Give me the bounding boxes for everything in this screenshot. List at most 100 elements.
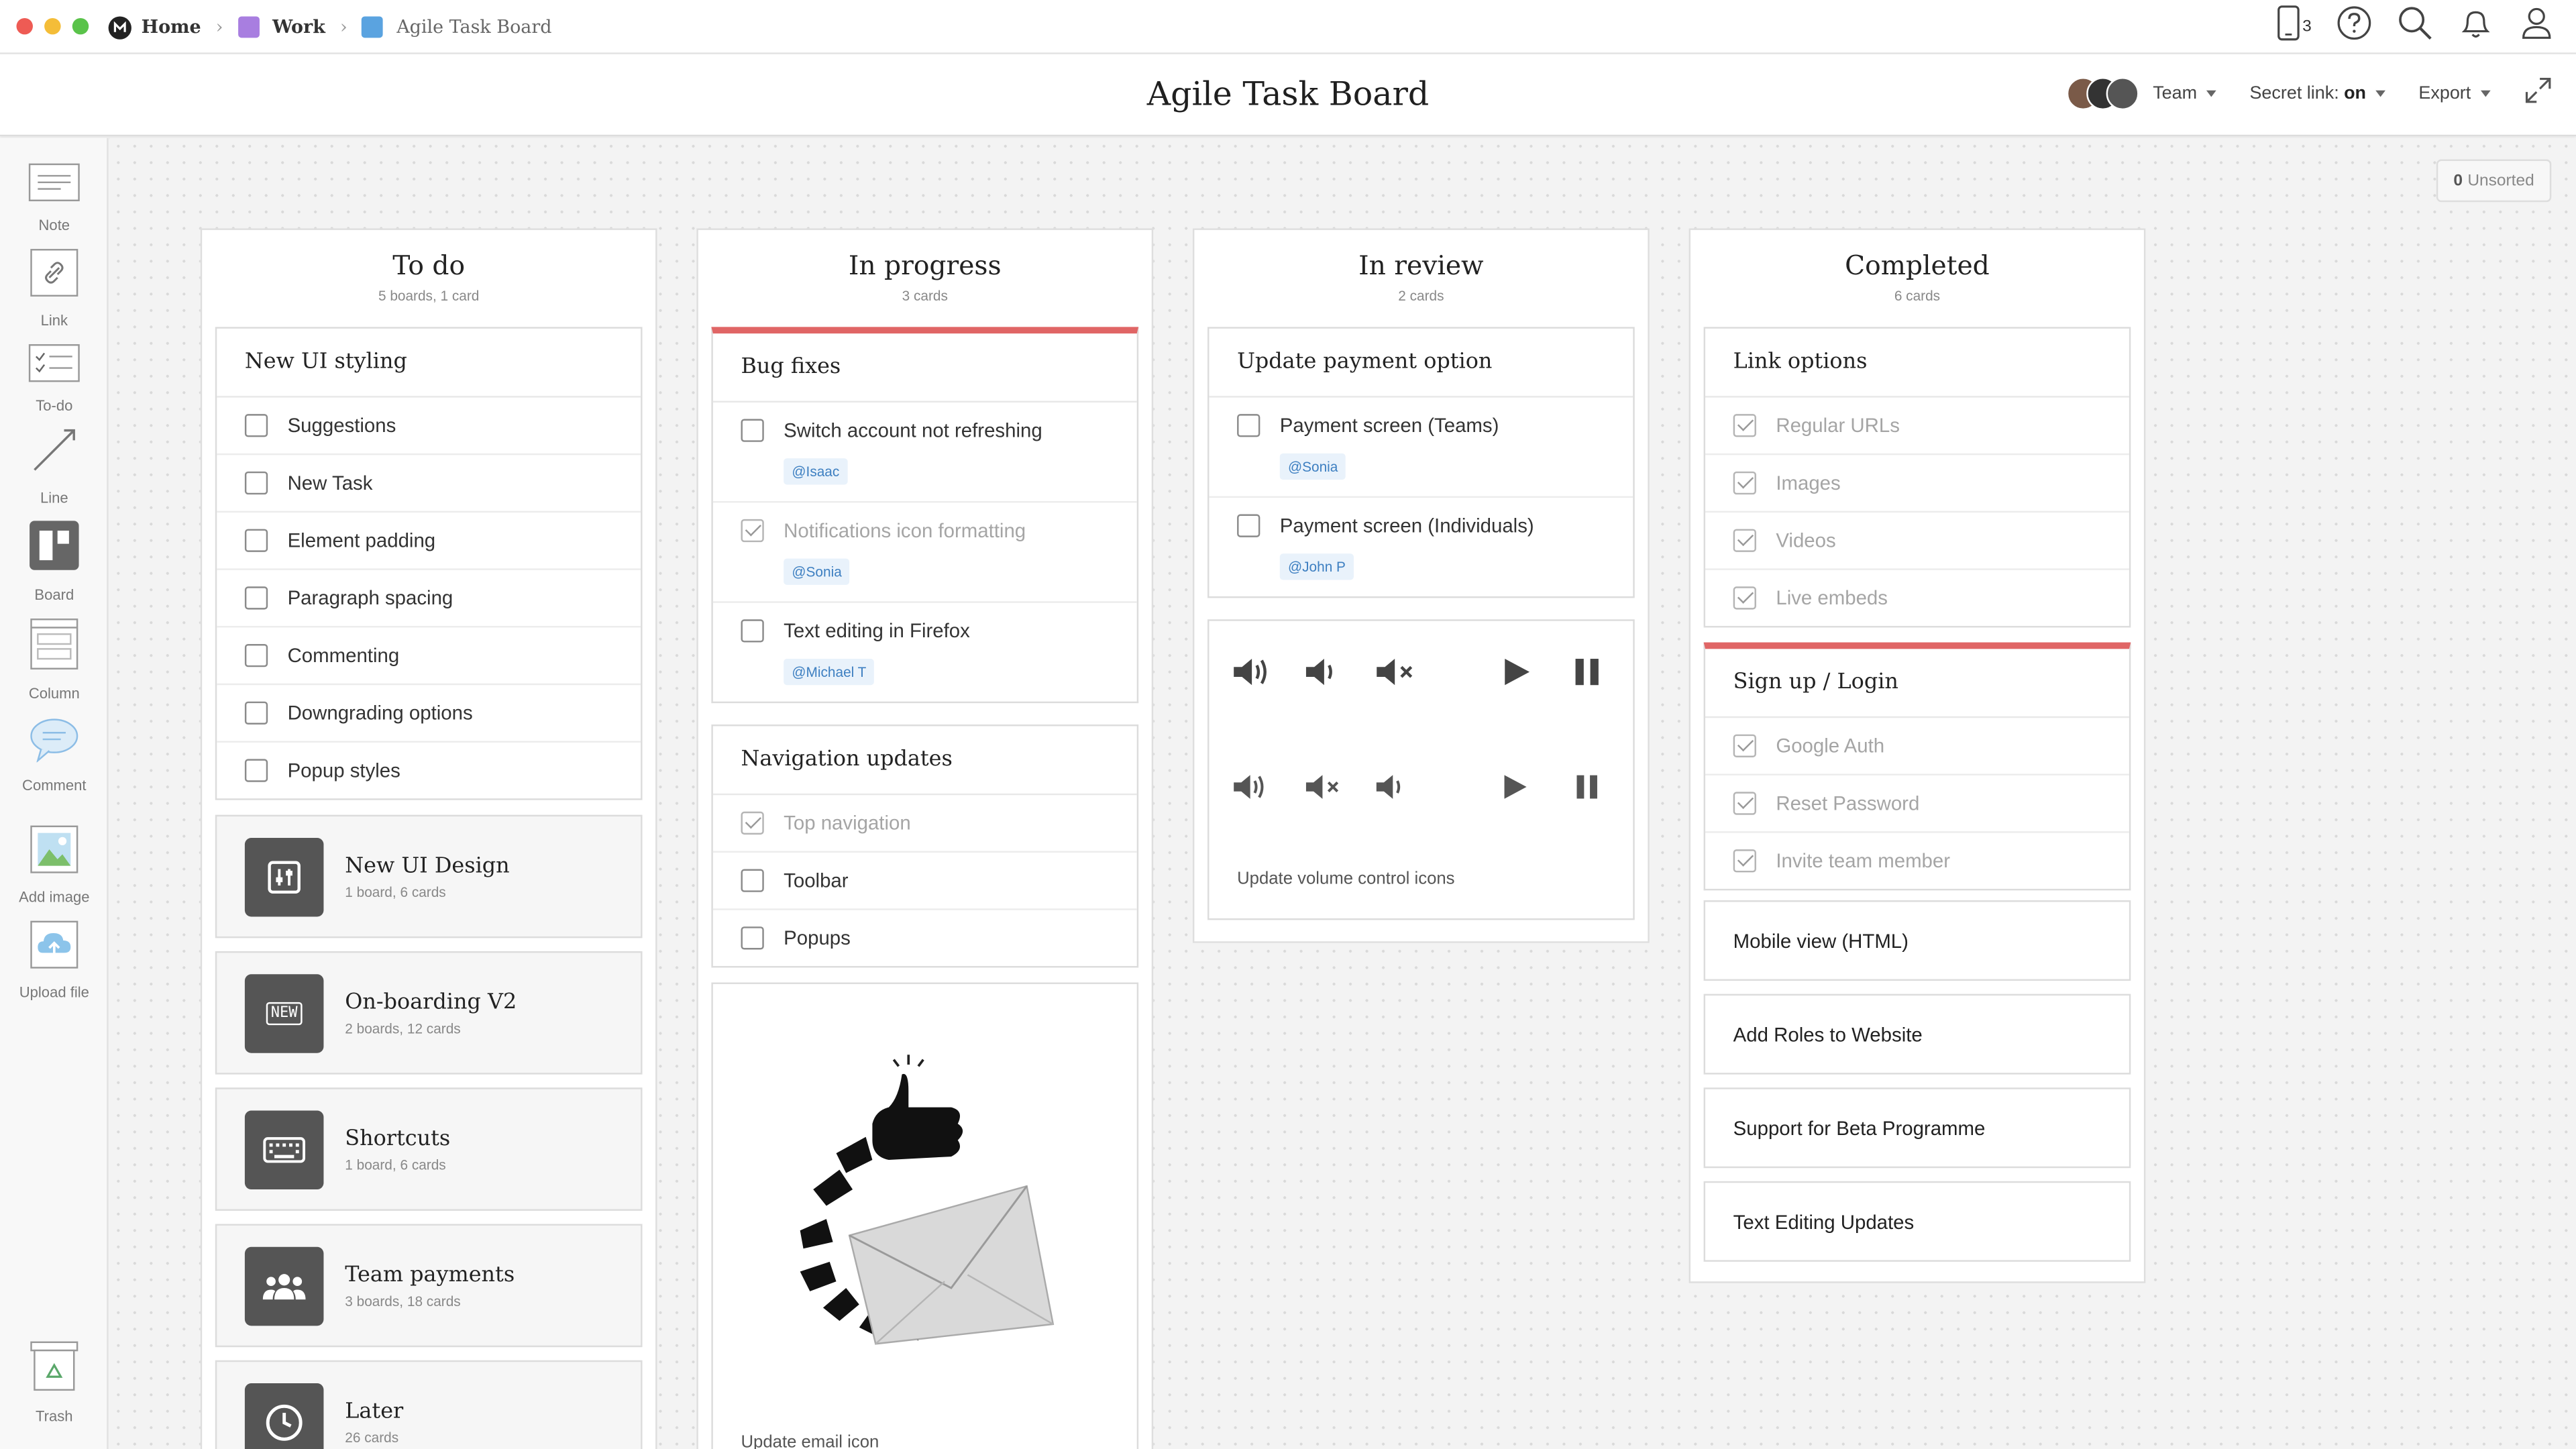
card-title[interactable]: Update payment option — [1209, 329, 1633, 398]
todo-item[interactable]: Invite team member — [1705, 833, 2129, 889]
checkbox[interactable] — [1237, 414, 1260, 437]
notifications-button[interactable] — [2456, 7, 2496, 46]
board-card-new-ui-design[interactable]: New UI Design 1 board, 6 cards — [215, 814, 643, 938]
checkbox[interactable] — [244, 586, 268, 610]
tool-column[interactable]: Column — [0, 618, 109, 702]
todo-item[interactable]: Google Auth — [1705, 718, 2129, 775]
team-dropdown[interactable]: Team — [2153, 83, 2217, 103]
tool-link[interactable]: Link — [0, 248, 109, 329]
checkbox[interactable] — [741, 419, 764, 442]
card-title[interactable]: Link options — [1705, 329, 2129, 398]
todo-item[interactable]: Paragraph spacing — [217, 570, 641, 628]
column-title[interactable]: To do — [202, 250, 655, 281]
checkbox-checked[interactable] — [1733, 529, 1756, 552]
todo-item[interactable]: Downgrading options — [217, 685, 641, 743]
column-in-progress[interactable]: In progress 3 cards Bug fixes Switch acc… — [696, 228, 1154, 1449]
account-button[interactable] — [2517, 7, 2557, 46]
checkbox-checked[interactable] — [1733, 414, 1756, 437]
note-card-mobile-view[interactable]: Mobile view (HTML) — [1703, 900, 2131, 981]
todo-item[interactable]: Payment screen (Individuals) @John P — [1209, 498, 1633, 596]
checkbox[interactable] — [244, 529, 268, 552]
breadcrumb-current[interactable]: Agile Task Board — [362, 16, 552, 38]
tool-upload-file[interactable]: Upload file — [0, 920, 109, 1000]
assignee-tag[interactable]: @Michael T — [784, 659, 875, 686]
checkbox-checked[interactable] — [1733, 792, 1756, 815]
todo-card-bug-fixes[interactable]: Bug fixes Switch account not refreshing … — [711, 327, 1139, 704]
card-title[interactable]: Sign up / Login — [1705, 649, 2129, 718]
window-minimize-button[interactable] — [44, 17, 61, 35]
column-title[interactable]: In progress — [698, 250, 1152, 281]
card-title[interactable]: Bug fixes — [712, 333, 1137, 402]
todo-item[interactable]: Reset Password — [1705, 775, 2129, 833]
window-close-button[interactable] — [16, 17, 33, 35]
note-card-add-roles[interactable]: Add Roles to Website — [1703, 994, 2131, 1075]
window-maximize-button[interactable] — [72, 17, 89, 35]
note-card-text-editing[interactable]: Text Editing Updates — [1703, 1181, 2131, 1262]
assignee-tag[interactable]: @Sonia — [784, 558, 851, 585]
export-dropdown[interactable]: Export — [2418, 83, 2491, 103]
checkbox[interactable] — [1237, 514, 1260, 537]
column-completed[interactable]: Completed 6 cards Link options Regular U… — [1688, 228, 2146, 1283]
fullscreen-button[interactable] — [2524, 76, 2553, 110]
todo-item[interactable]: Images — [1705, 455, 2129, 513]
tool-add-image[interactable]: Add image — [0, 824, 109, 905]
board-card-onboarding-v2[interactable]: NEW On-boarding V2 2 boards, 12 cards — [215, 951, 643, 1075]
checkbox[interactable] — [741, 619, 764, 643]
checkbox-checked[interactable] — [741, 811, 764, 835]
tool-todo[interactable]: To-do — [0, 343, 109, 414]
checkbox[interactable] — [244, 414, 268, 437]
todo-item[interactable]: Popups — [713, 910, 1137, 966]
tool-comment[interactable]: Comment — [0, 716, 109, 794]
breadcrumb-work[interactable]: Work — [237, 16, 325, 38]
checkbox[interactable] — [741, 869, 764, 892]
checkbox[interactable] — [244, 701, 268, 724]
checkbox[interactable] — [741, 926, 764, 950]
column-todo[interactable]: To do 5 boards, 1 card New UI styling Su… — [200, 228, 657, 1449]
todo-item[interactable]: Switch account not refreshing @Isaac — [712, 402, 1137, 503]
device-button[interactable]: 3 — [2277, 4, 2312, 48]
todo-item[interactable]: Text editing in Firefox @Michael T — [713, 603, 1137, 702]
todo-item[interactable]: New Task — [217, 455, 641, 513]
column-in-review[interactable]: In review 2 cards Update payment option … — [1192, 228, 1650, 943]
todo-card-link-options[interactable]: Link options Regular URLs Images Videos … — [1703, 327, 2131, 628]
checkbox-checked[interactable] — [1733, 471, 1756, 495]
todo-item[interactable]: Regular URLs — [1705, 398, 2129, 455]
tool-board[interactable]: Board — [0, 519, 109, 603]
checkbox[interactable] — [244, 471, 268, 495]
assignee-tag[interactable]: @John P — [1279, 553, 1354, 580]
todo-card-navigation-updates[interactable]: Navigation updates Top navigation Toolba… — [711, 724, 1139, 968]
checkbox-checked[interactable] — [741, 519, 764, 543]
todo-item[interactable]: Suggestions — [217, 398, 641, 455]
todo-item[interactable]: Payment screen (Teams) @Sonia — [1209, 398, 1633, 498]
board-card-team-payments[interactable]: Team payments 3 boards, 18 cards — [215, 1224, 643, 1348]
image-card-volume-icons[interactable]: Update volume control icons — [1208, 619, 1635, 920]
checkbox-checked[interactable] — [1733, 586, 1756, 610]
board-card-shortcuts[interactable]: Shortcuts 1 board, 6 cards — [215, 1087, 643, 1211]
column-title[interactable]: In review — [1194, 250, 1648, 281]
checkbox-checked[interactable] — [1733, 849, 1756, 873]
secret-link-dropdown[interactable]: Secret link: on — [2249, 83, 2386, 103]
board-card-later[interactable]: Later 26 cards — [215, 1360, 643, 1449]
todo-item[interactable]: Toolbar — [712, 853, 1137, 910]
todo-item[interactable]: Top navigation — [712, 795, 1137, 853]
todo-item[interactable]: Videos — [1705, 513, 2129, 570]
assignee-tag[interactable]: @Isaac — [784, 458, 848, 485]
todo-card-update-payment-option[interactable]: Update payment option Payment screen (Te… — [1208, 327, 1635, 598]
checkbox[interactable] — [244, 644, 268, 667]
column-title[interactable]: Completed — [1690, 250, 2144, 281]
todo-item[interactable]: Notifications icon formatting @Sonia — [712, 502, 1137, 603]
card-title[interactable]: New UI styling — [217, 329, 641, 398]
todo-card-sign-up-login[interactable]: Sign up / Login Google Auth Reset Passwo… — [1703, 642, 2131, 891]
tool-trash[interactable]: Trash — [0, 1340, 109, 1424]
todo-item[interactable]: Popup styles — [217, 743, 641, 798]
todo-item[interactable]: Live embeds — [1705, 570, 2129, 626]
todo-item[interactable]: Commenting — [217, 628, 641, 686]
help-button[interactable] — [2334, 5, 2374, 46]
tool-line[interactable]: Line — [0, 425, 109, 506]
unsorted-button[interactable]: 0 Unsorted — [2436, 159, 2552, 203]
checkbox-checked[interactable] — [1733, 734, 1756, 757]
card-title[interactable]: Navigation updates — [712, 726, 1137, 796]
breadcrumb-home[interactable]: Home — [108, 15, 201, 39]
tool-note[interactable]: Note — [0, 162, 109, 233]
image-card-email-icon[interactable]: Update email icon — [711, 982, 1139, 1449]
